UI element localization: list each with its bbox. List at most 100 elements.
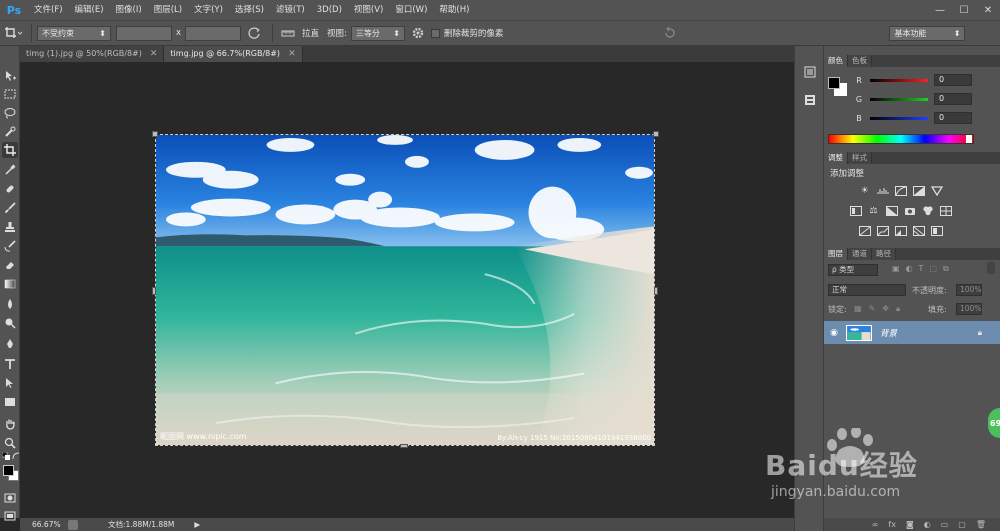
- green-value[interactable]: 0: [934, 93, 972, 105]
- color-lookup-icon[interactable]: [939, 205, 952, 216]
- opacity-field[interactable]: 100%: [956, 284, 982, 296]
- menu-image[interactable]: 图像(I): [110, 0, 148, 20]
- white-swatch-end[interactable]: [966, 135, 972, 143]
- clone-stamp-tool-icon[interactable]: [2, 219, 18, 235]
- quick-mask-icon[interactable]: [2, 490, 18, 506]
- vibrance-icon[interactable]: [930, 185, 943, 196]
- maximize-button[interactable]: ☐: [952, 0, 976, 20]
- blue-track[interactable]: [870, 116, 928, 120]
- document-image[interactable]: 昵图网 www.nipic.com By:Ah-cy 1915 No:20150…: [155, 134, 655, 446]
- lock-pixels-icon[interactable]: ▦: [854, 304, 862, 314]
- rotate-icon[interactable]: [241, 21, 267, 45]
- lock-paint-icon[interactable]: ✎: [869, 304, 876, 314]
- tab-color[interactable]: 颜色: [824, 55, 848, 67]
- type-tool-icon[interactable]: [2, 356, 18, 372]
- new-adjustment-icon[interactable]: ◐: [924, 520, 931, 529]
- tab-styles[interactable]: 样式: [848, 152, 872, 164]
- close-button[interactable]: ✕: [976, 0, 1000, 20]
- posterize-icon[interactable]: [876, 225, 889, 236]
- menu-select[interactable]: 选择(S): [229, 0, 270, 20]
- menu-3d[interactable]: 3D(D): [311, 0, 348, 20]
- hue-saturation-icon[interactable]: [849, 205, 862, 216]
- straighten-icon[interactable]: [278, 21, 298, 45]
- blue-slider[interactable]: B 0: [828, 111, 998, 125]
- type-filter-icon[interactable]: T: [919, 264, 924, 274]
- crop-width-field[interactable]: [116, 25, 172, 41]
- color-spectrum-ramp[interactable]: [828, 134, 974, 144]
- menu-filter[interactable]: 滤镜(T): [270, 0, 311, 20]
- crop-handle-top-right[interactable]: [653, 131, 659, 137]
- delete-layer-icon[interactable]: 🗑︎: [976, 520, 986, 529]
- brightness-contrast-icon[interactable]: ☀: [858, 185, 871, 196]
- crop-tool-icon[interactable]: [2, 142, 18, 158]
- fill-field[interactable]: 100%: [956, 303, 982, 315]
- dodge-tool-icon[interactable]: [2, 315, 18, 331]
- layer-filter-select[interactable]: ρ 类型: [828, 264, 878, 276]
- pen-tool-icon[interactable]: [2, 336, 18, 352]
- new-group-icon[interactable]: ▭: [941, 520, 949, 529]
- menu-type[interactable]: 文字(Y): [188, 0, 229, 20]
- channel-mixer-icon[interactable]: [921, 205, 934, 216]
- zoom-tool-icon[interactable]: [2, 435, 18, 451]
- overlay-view-select[interactable]: 三等分 ⬍: [350, 25, 405, 41]
- eyedropper-tool-icon[interactable]: [2, 162, 18, 178]
- constraint-select[interactable]: 不受约束 ⬍: [37, 25, 111, 41]
- rectangle-tool-icon[interactable]: [2, 394, 18, 410]
- minimize-button[interactable]: —: [928, 0, 952, 20]
- hand-tool-icon[interactable]: [2, 416, 18, 432]
- green-slider[interactable]: G 0: [828, 92, 998, 106]
- photo-filter-icon[interactable]: [903, 205, 916, 216]
- zoom-level[interactable]: 66.67%: [20, 520, 64, 529]
- tab-timg-1[interactable]: timg (1).jpg @ 50%(RGB/8#) ✕: [20, 46, 165, 62]
- add-mask-icon[interactable]: ◙: [906, 520, 914, 529]
- quick-selection-tool-icon[interactable]: [2, 124, 18, 140]
- marquee-tool-icon[interactable]: [2, 86, 18, 102]
- menu-file[interactable]: 文件(F): [28, 0, 69, 20]
- history-panel-icon[interactable]: [801, 64, 819, 80]
- red-value[interactable]: 0: [934, 74, 972, 86]
- exposure-icon[interactable]: [912, 185, 925, 196]
- filter-toggle[interactable]: [987, 262, 995, 274]
- red-slider[interactable]: R 0: [828, 73, 998, 87]
- gradient-map-icon[interactable]: [912, 225, 925, 236]
- close-icon[interactable]: ✕: [150, 46, 158, 62]
- crop-height-field[interactable]: [185, 25, 242, 41]
- crop-tool-preset-icon[interactable]: [0, 21, 26, 45]
- lock-position-icon[interactable]: ✥: [882, 304, 889, 314]
- tab-paths[interactable]: 路径: [872, 248, 896, 260]
- status-menu-arrow[interactable]: ▶: [194, 520, 200, 529]
- layer-row-background[interactable]: ◉ 背景 🔒︎: [824, 321, 1000, 344]
- status-info-icon[interactable]: [68, 519, 78, 530]
- link-layers-icon[interactable]: ∞: [872, 520, 879, 529]
- threshold-icon[interactable]: [894, 225, 907, 236]
- color-balance-icon[interactable]: ⚖: [867, 205, 880, 216]
- blue-value[interactable]: 0: [934, 112, 972, 124]
- crop-handle-left[interactable]: [152, 287, 156, 295]
- page-badge[interactable]: 69: [988, 408, 1000, 438]
- fg-color-swatch[interactable]: [828, 77, 840, 89]
- reset-icon[interactable]: [657, 21, 683, 45]
- menu-view[interactable]: 视图(V): [348, 0, 389, 20]
- blend-mode-select[interactable]: 正常: [828, 284, 906, 296]
- straighten-label[interactable]: 拉直: [298, 27, 323, 39]
- new-layer-icon[interactable]: ▢: [958, 520, 966, 529]
- pixel-filter-icon[interactable]: ▣: [892, 264, 900, 274]
- menu-layer[interactable]: 图层(L): [148, 0, 188, 20]
- menu-window[interactable]: 窗口(W): [389, 0, 433, 20]
- crop-handle-top-left[interactable]: [152, 131, 158, 137]
- lock-all-icon[interactable]: 🔒︎: [896, 304, 900, 314]
- move-tool-icon[interactable]: [2, 68, 18, 84]
- delete-cropped-checkbox[interactable]: [430, 28, 440, 38]
- default-colors-icon[interactable]: [1, 451, 11, 461]
- crop-handle-bottom[interactable]: [400, 444, 408, 448]
- healing-brush-tool-icon[interactable]: [2, 181, 18, 197]
- eraser-tool-icon[interactable]: [2, 257, 18, 273]
- crop-handle-right[interactable]: [654, 287, 658, 295]
- shape-filter-icon[interactable]: ⬚: [929, 264, 937, 274]
- path-selection-tool-icon[interactable]: [2, 375, 18, 391]
- fx-icon[interactable]: fx: [888, 520, 896, 529]
- gradient-tool-icon[interactable]: [2, 276, 18, 292]
- tab-timg[interactable]: timg.jpg @ 66.7%(RGB/8#) ✕: [164, 46, 303, 62]
- history-brush-tool-icon[interactable]: [2, 238, 18, 254]
- tab-layers[interactable]: 图层: [824, 248, 848, 260]
